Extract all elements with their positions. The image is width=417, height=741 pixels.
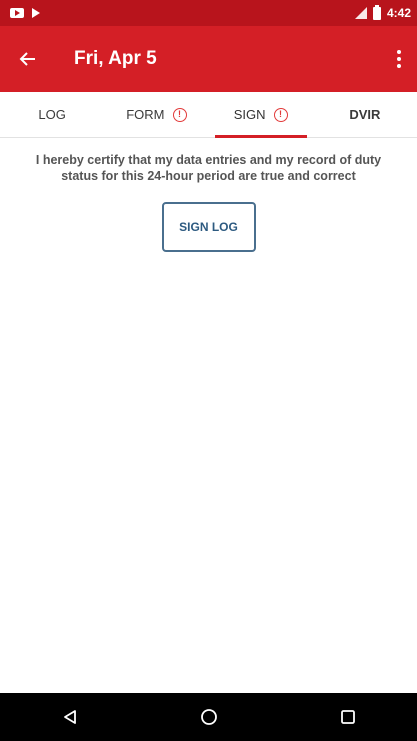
tab-log[interactable]: LOG: [0, 92, 104, 137]
page-title: Fri, Apr 5: [74, 48, 157, 69]
nav-back-button[interactable]: [40, 693, 100, 741]
tab-bar: LOG FORM ! SIGN ! DVIR: [0, 92, 417, 138]
sign-content: I hereby certify that my data entries an…: [0, 138, 417, 693]
nav-back-icon: [63, 710, 76, 724]
certify-text: I hereby certify that my data entries an…: [35, 153, 382, 183]
nav-home-button[interactable]: [179, 693, 239, 741]
tab-dvir[interactable]: DVIR: [313, 92, 417, 137]
signal-icon: [354, 7, 367, 19]
arrow-left-icon: [19, 52, 35, 66]
tab-sign[interactable]: SIGN !: [209, 92, 313, 138]
back-button[interactable]: [0, 26, 56, 92]
nav-home-icon: [200, 709, 217, 725]
status-bar: 4:42: [0, 0, 417, 26]
system-nav-bar: [0, 693, 417, 741]
status-left: [10, 8, 40, 18]
more-vert-icon: [397, 50, 401, 68]
nav-recents-icon: [340, 710, 355, 724]
status-time: 4:42: [386, 6, 411, 20]
tab-form-label: FORM: [126, 107, 165, 122]
status-right: 4:42: [354, 4, 411, 20]
sign-log-button[interactable]: SIGN LOG: [161, 202, 256, 252]
alert-icon: !: [273, 107, 288, 122]
battery-icon: [372, 4, 381, 20]
tab-dvir-label: DVIR: [349, 107, 381, 122]
play-store-icon: [32, 8, 40, 18]
tab-form[interactable]: FORM !: [104, 92, 208, 137]
notification-icon: [10, 8, 24, 18]
alert-icon: !: [172, 107, 187, 122]
app-bar: Fri, Apr 5: [0, 26, 417, 92]
nav-recents-button[interactable]: [318, 693, 378, 741]
tab-log-label: LOG: [38, 107, 66, 122]
tab-sign-label: SIGN: [233, 107, 266, 122]
overflow-menu-button[interactable]: [381, 26, 417, 92]
